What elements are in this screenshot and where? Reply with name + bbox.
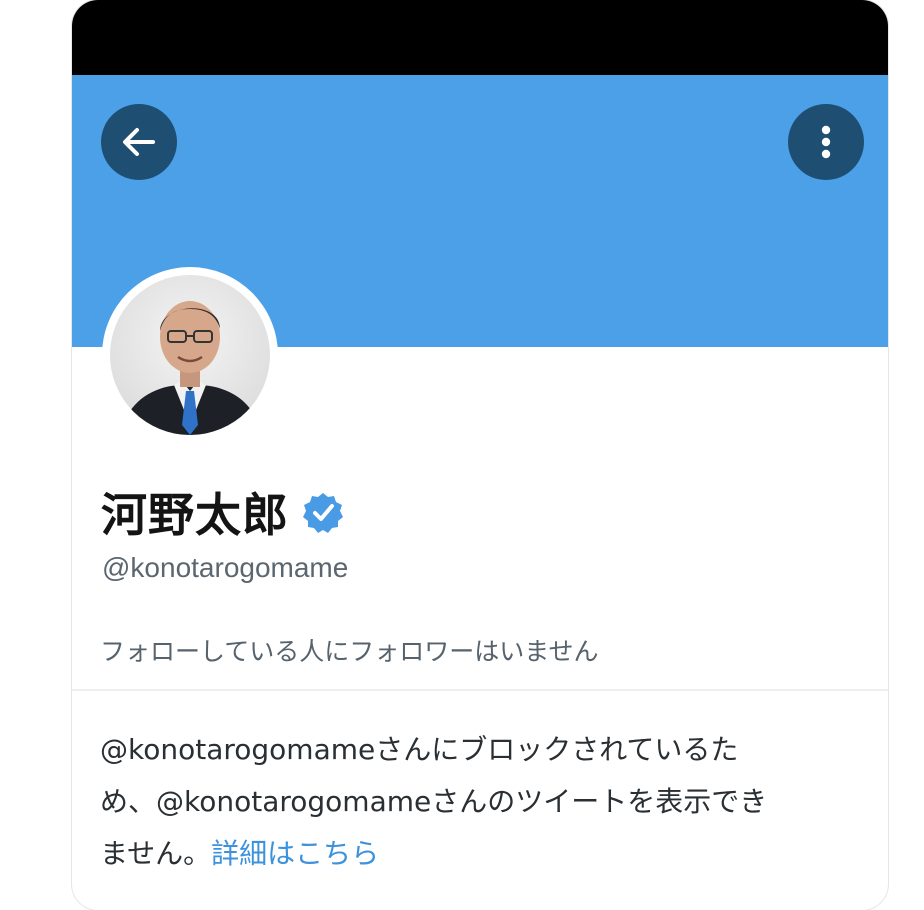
name-row: 河野太郎 xyxy=(101,482,345,542)
blocked-message-line-2: め、@konotarogomameさんのツイートを表示でき xyxy=(100,785,768,818)
avatar-photo xyxy=(110,275,270,435)
status-bar xyxy=(72,0,888,75)
blocked-message-line-1: @konotarogomameさんにブロックされているた xyxy=(100,733,739,766)
back-button[interactable] xyxy=(101,104,177,180)
learn-more-link[interactable]: 詳細はこちら xyxy=(211,837,379,870)
display-name: 河野太郎 xyxy=(101,488,289,542)
divider xyxy=(72,689,888,691)
blocked-message: @konotarogomameさんにブロックされているた め、@konotaro… xyxy=(100,724,860,880)
profile-screen: 河野太郎 @konotarogomame フォローしている人にフォロワーはいませ… xyxy=(72,0,888,910)
verified-badge-icon xyxy=(303,493,343,533)
avatar-frame[interactable] xyxy=(102,267,278,443)
blocked-message-line-3-text: ません。 xyxy=(100,837,212,870)
avatar[interactable] xyxy=(110,275,270,435)
more-options-button[interactable] xyxy=(788,104,864,180)
followers-you-know-note[interactable]: フォローしている人にフォロワーはいません xyxy=(100,632,599,668)
vertical-dots-icon xyxy=(821,125,831,159)
profile-handle: @konotarogomame xyxy=(102,552,349,583)
arrow-left-icon xyxy=(123,128,155,156)
blocked-message-line-3: ません。詳細はこちら xyxy=(100,828,860,880)
